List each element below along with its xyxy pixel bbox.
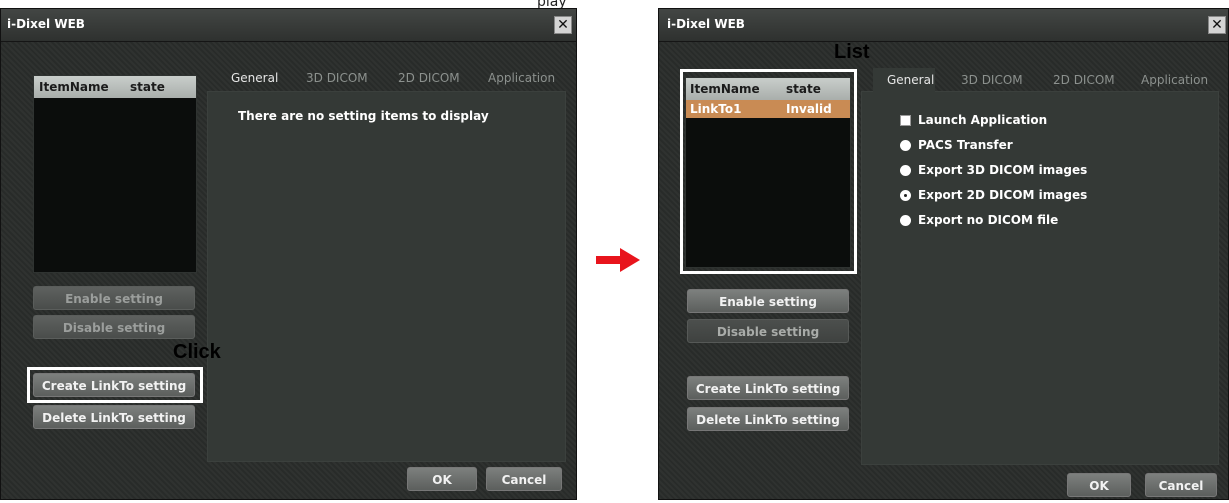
- tab-application[interactable]: Application: [1141, 73, 1208, 87]
- close-icon[interactable]: ✕: [554, 16, 572, 34]
- col-state[interactable]: state: [130, 80, 165, 94]
- list-header: ItemName state: [34, 76, 196, 98]
- list-item[interactable]: LinkTo1 Invalid: [686, 100, 850, 118]
- export-no-dicom-radio[interactable]: [900, 215, 911, 226]
- option-label: PACS Transfer: [918, 138, 1013, 152]
- pacs-transfer-radio[interactable]: [900, 140, 911, 151]
- export-2d-radio[interactable]: [900, 190, 911, 201]
- tab-general[interactable]: General: [887, 73, 934, 87]
- window-title: i-Dixel WEB: [667, 17, 745, 31]
- settings-dialog-after: i-Dixel WEB ✕ List ItemName state LinkTo…: [658, 8, 1229, 500]
- enable-setting-button[interactable]: Enable setting: [687, 289, 849, 313]
- settings-panel: Launch Application PACS Transfer Export …: [861, 91, 1219, 465]
- row-item-name: LinkTo1: [690, 102, 742, 116]
- delete-linkto-button[interactable]: Delete LinkTo setting: [33, 405, 195, 429]
- option-label: Export no DICOM file: [918, 213, 1059, 227]
- create-linkto-button[interactable]: Create LinkTo setting: [33, 373, 195, 397]
- linkto-list[interactable]: ItemName state LinkTo1 Invalid: [685, 77, 851, 268]
- option-label: Launch Application: [918, 113, 1048, 127]
- close-icon[interactable]: ✕: [1208, 16, 1226, 34]
- enable-setting-button[interactable]: Enable setting: [33, 286, 195, 310]
- tab-3d-dicom[interactable]: 3D DICOM: [306, 71, 368, 85]
- col-itemname[interactable]: ItemName: [690, 82, 760, 96]
- empty-message: There are no setting items to display: [238, 109, 489, 123]
- click-annotation: Click: [173, 341, 221, 363]
- delete-linkto-button[interactable]: Delete LinkTo setting: [687, 407, 849, 431]
- ok-button[interactable]: OK: [407, 467, 477, 491]
- option-label: Export 3D DICOM images: [918, 163, 1088, 177]
- disable-setting-button[interactable]: Disable setting: [33, 315, 195, 339]
- list-header: ItemName state: [686, 78, 850, 100]
- title-bar: i-Dixel WEB ✕: [1, 9, 576, 42]
- linkto-list[interactable]: ItemName state: [33, 75, 197, 273]
- tab-application[interactable]: Application: [488, 71, 555, 85]
- option-label: Export 2D DICOM images: [918, 188, 1088, 202]
- col-itemname[interactable]: ItemName: [39, 80, 109, 94]
- tab-3d-dicom[interactable]: 3D DICOM: [961, 73, 1023, 87]
- arrow-right-icon: [596, 248, 640, 272]
- ok-button[interactable]: OK: [1067, 473, 1131, 497]
- cancel-button[interactable]: Cancel: [486, 467, 562, 491]
- disable-setting-button[interactable]: Disable setting: [687, 319, 849, 343]
- tab-2d-dicom[interactable]: 2D DICOM: [1053, 73, 1115, 87]
- title-bar: i-Dixel WEB ✕: [659, 9, 1228, 42]
- settings-dialog-before: i-Dixel WEB ✕ ItemName state There are n…: [0, 8, 577, 500]
- cancel-button[interactable]: Cancel: [1145, 473, 1217, 497]
- window-title: i-Dixel WEB: [7, 17, 85, 31]
- create-linkto-button[interactable]: Create LinkTo setting: [687, 376, 849, 400]
- settings-panel: There are no setting items to display: [207, 91, 566, 462]
- row-state: Invalid: [786, 102, 832, 116]
- tab-general[interactable]: General: [231, 71, 278, 85]
- launch-application-checkbox[interactable]: [900, 115, 911, 126]
- tab-2d-dicom[interactable]: 2D DICOM: [398, 71, 460, 85]
- col-state[interactable]: state: [786, 82, 821, 96]
- list-annotation: List: [834, 41, 870, 63]
- export-3d-radio[interactable]: [900, 165, 911, 176]
